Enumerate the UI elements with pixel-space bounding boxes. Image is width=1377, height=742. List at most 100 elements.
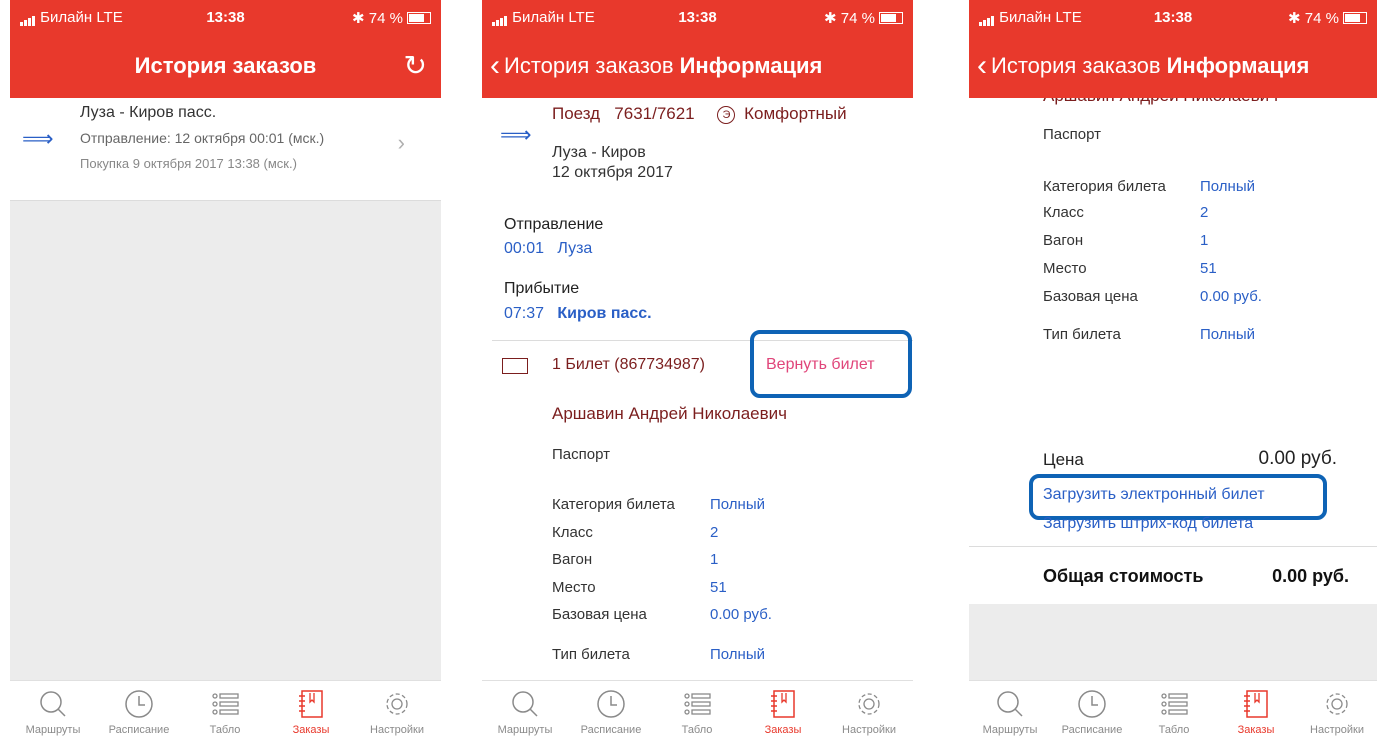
route: Луза - Киров [552, 144, 646, 161]
tab-label: Расписание [580, 724, 642, 736]
order-departure: Отправление: 12 октября 00:01 (мск.) [80, 130, 325, 146]
tab-board[interactable]: Табло [182, 687, 268, 736]
field-label: Категория билета [1043, 178, 1166, 195]
chevron-left-icon: ‹ [977, 49, 987, 82]
price-label: Цена [1043, 450, 1084, 469]
tab-routes[interactable]: Маршруты [482, 687, 568, 736]
field-label: Вагон [552, 551, 593, 568]
back-label: История заказов [504, 53, 674, 78]
arrival-label: Прибытие [504, 280, 580, 297]
status-bar: Билайн LTE 13:38 ✱ 74 % [10, 0, 441, 38]
battery-level: 74 % [1304, 10, 1339, 27]
orders-icon [771, 690, 795, 718]
tab-bar: Маршруты Расписание Табло Заказы Настрой… [969, 680, 1377, 742]
train-arrow-icon: ⟹ [500, 122, 532, 147]
nav-bar: ‹ История заказов Информация [969, 38, 1377, 98]
class-name: Комфортный [744, 104, 847, 123]
empty-area [969, 604, 1377, 680]
field-label: Класс [1043, 204, 1084, 221]
clock-icon [1078, 690, 1106, 718]
tab-bar: Маршруты Расписание Табло Заказы Настрой… [482, 680, 913, 742]
clock-icon [125, 690, 153, 718]
document-type: Паспорт [1043, 126, 1101, 143]
document-type: Паспорт [552, 446, 610, 463]
tab-routes[interactable]: Маршруты [969, 687, 1051, 736]
tab-schedule[interactable]: Расписание [96, 687, 182, 736]
train-number: 7631/7621 [614, 104, 695, 123]
arrival-value: 07:37 Киров пасс. [504, 305, 652, 323]
ticket-number: 1 Билет (867734987) [552, 356, 705, 373]
screen-order-info-scrolled: Билайн LTE 13:38 ✱ 74 % Аршавин Андрей Н… [969, 0, 1377, 742]
download-barcode-link[interactable]: Загрузить штрих-код билета [1043, 515, 1253, 533]
field-value: 1 [1200, 232, 1209, 249]
back-button[interactable]: ‹ История заказов Информация [977, 49, 1309, 82]
clock-icon [597, 690, 625, 718]
tab-label: Заказы [292, 724, 330, 736]
screen-order-info: Билайн LTE 13:38 ✱ 74 % ‹ История заказо… [482, 0, 913, 742]
battery: ✱ 74 % [1288, 9, 1367, 27]
field-label: Место [552, 579, 596, 596]
arrival-time: 07:37 [504, 305, 545, 322]
tab-label: Расписание [108, 724, 170, 736]
field-value: Полный [1200, 326, 1255, 343]
train-label: Поезд [552, 104, 601, 123]
nav-bar: История заказов ↻ [10, 38, 441, 98]
tab-board[interactable]: Табло [1133, 687, 1215, 736]
train-arrow-icon: ⟹ [22, 126, 54, 151]
field-value: 2 [1200, 204, 1209, 221]
order-list-item[interactable]: ⟹ Луза - Киров пасс. Отправление: 12 окт… [10, 98, 441, 200]
page-title: Информация [679, 53, 823, 78]
tab-label: Табло [1158, 724, 1190, 736]
battery-icon [879, 12, 903, 24]
screen-order-history: Билайн LTE 13:38 ✱ 74 % История заказов … [10, 0, 441, 742]
total-label: Общая стоимость [1043, 566, 1204, 586]
class-badge: Э [717, 106, 736, 124]
field-label: Категория билета [552, 496, 675, 513]
orders-icon [299, 690, 323, 718]
highlight-box [750, 330, 912, 398]
tab-orders[interactable]: Заказы [1215, 687, 1297, 736]
order-purchase: Покупка 9 октября 2017 13:38 (мск.) [80, 156, 297, 171]
tab-routes[interactable]: Маршруты [10, 687, 96, 736]
tab-label: Маршруты [25, 724, 81, 736]
order-route: Луза - Киров пасс. [80, 104, 217, 121]
field-label: Тип билета [552, 646, 630, 663]
tab-label: Настройки [842, 724, 896, 736]
tab-schedule[interactable]: Расписание [568, 687, 654, 736]
field-label: Класс [552, 524, 593, 541]
field-value: Полный [710, 496, 765, 513]
departure-station: Луза [557, 240, 593, 257]
field-label: Место [1043, 260, 1087, 277]
status-bar: Билайн LTE 13:38 ✱ 74 % [482, 0, 913, 38]
search-icon [997, 691, 1023, 717]
passenger-name: Аршавин Андрей Николаевич [552, 404, 787, 423]
gear-icon [1326, 693, 1348, 715]
back-button[interactable]: ‹ История заказов Информация [490, 51, 823, 81]
tab-orders[interactable]: Заказы [268, 687, 354, 736]
battery-icon [407, 12, 431, 24]
field-value: Полный [710, 646, 765, 663]
tab-label: Расписание [1061, 724, 1123, 736]
field-value: 51 [710, 579, 727, 596]
tab-orders[interactable]: Заказы [740, 687, 826, 736]
field-value: 0.00 руб. [1200, 288, 1262, 305]
gear-icon [386, 693, 408, 715]
battery-level: 74 % [368, 10, 403, 27]
field-value: Полный [1200, 178, 1255, 195]
tab-board[interactable]: Табло [654, 687, 740, 736]
battery-level: 74 % [840, 10, 875, 27]
departure-label: Отправление [504, 216, 604, 233]
chevron-right-icon: › [397, 130, 405, 155]
tab-settings[interactable]: Настройки [354, 687, 440, 736]
field-label: Базовая цена [552, 606, 647, 623]
tab-schedule[interactable]: Расписание [1051, 687, 1133, 736]
departure-value: 00:01 Луза [504, 240, 592, 258]
tab-settings[interactable]: Настройки [1297, 687, 1377, 736]
list-icon [684, 693, 711, 715]
tab-label: Настройки [370, 724, 424, 736]
refresh-icon[interactable]: ↻ [404, 52, 427, 80]
field-value: 2 [710, 524, 719, 541]
tab-label: Маршруты [982, 724, 1038, 736]
tab-settings[interactable]: Настройки [826, 687, 912, 736]
tab-label: Заказы [1237, 724, 1275, 736]
